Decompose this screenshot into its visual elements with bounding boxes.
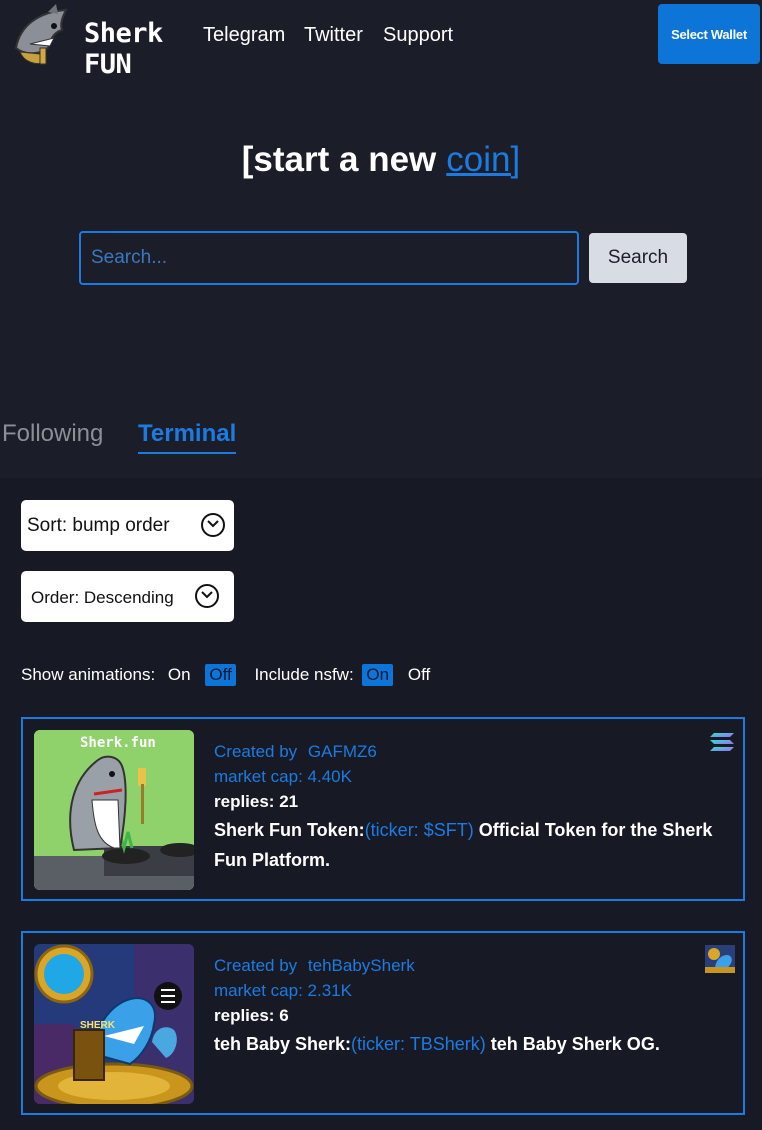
nav-support-link[interactable]: Support	[383, 24, 453, 47]
nav-twitter-link[interactable]: Twitter	[304, 24, 363, 47]
hero-heading: [start a new coin]	[0, 140, 762, 180]
coin-meta: Created by tehBabySherk market cap: 2.31…	[214, 953, 714, 1059]
creator-link[interactable]: GAFMZ6	[308, 742, 377, 761]
nsfw-on-option[interactable]: On	[362, 664, 394, 686]
animations-off-option[interactable]: Off	[205, 664, 236, 686]
animations-label: Show animations:	[21, 665, 156, 684]
sort-select[interactable]: Sort: bump order	[21, 500, 234, 551]
display-toggles: Show animations: On Off Include nsfw: On…	[21, 664, 434, 686]
coin-thumbnail[interactable]: SHERK	[34, 944, 194, 1104]
select-wallet-button[interactable]: Select Wallet	[658, 4, 760, 64]
coin-summary: teh Baby Sherk OG.	[490, 1034, 660, 1054]
hero-prefix: [start a new	[241, 140, 437, 179]
start-new-coin-link[interactable]: coin]	[446, 140, 520, 179]
coin-ticker: (ticker: $SFT)	[364, 820, 474, 840]
market-cap: market cap: 4.40K	[214, 767, 352, 786]
top-bar: Sherk FUN Telegram Twitter Support Selec…	[0, 0, 762, 80]
chevron-down-icon	[201, 513, 225, 537]
order-select-label: Order: Descending	[31, 588, 174, 607]
site-logo[interactable]: Sherk FUN	[10, 4, 190, 80]
nav-telegram-link[interactable]: Telegram	[203, 24, 285, 47]
coin-description: teh Baby Sherk:(ticker: TBSherk) teh Bab…	[214, 1029, 714, 1059]
coin-card[interactable]: Sherk.fun Created by GAFMZ6 market cap: …	[21, 717, 745, 901]
search-input[interactable]	[79, 231, 579, 285]
coin-name: Sherk Fun Token:	[214, 820, 365, 840]
nsfw-label: Include nsfw:	[254, 665, 354, 684]
coin-card[interactable]: SHERK Created by tehBabySherk market cap…	[21, 931, 745, 1115]
solana-icon	[709, 731, 735, 758]
coin-thumbnail[interactable]: Sherk.fun	[34, 730, 194, 890]
sort-select-label: Sort: bump order	[27, 515, 170, 536]
animations-on-option[interactable]: On	[164, 664, 195, 686]
order-select[interactable]: Order: Descending	[21, 571, 234, 622]
token-thumbnail-icon	[705, 945, 735, 978]
coin-description: Sherk Fun Token:(ticker: $SFT) Official …	[214, 815, 714, 875]
thumbnail-caption: SHERK	[80, 1020, 116, 1031]
logo-text: Sherk FUN	[84, 18, 163, 80]
tab-following[interactable]: Following	[2, 420, 103, 448]
search-button[interactable]: Search	[589, 233, 687, 283]
coin-name: teh Baby Sherk:	[214, 1034, 352, 1054]
coin-ticker: (ticker: TBSherk)	[351, 1034, 486, 1054]
replies-count: replies: 6	[214, 1006, 289, 1025]
nsfw-off-option[interactable]: Off	[404, 664, 434, 686]
created-by-label: Created by	[214, 742, 298, 761]
sherk-chef-image-icon	[34, 730, 194, 890]
coin-meta: Created by GAFMZ6 market cap: 4.40K repl…	[214, 739, 714, 875]
replies-count: replies: 21	[214, 792, 299, 811]
creator-link[interactable]: tehBabySherk	[308, 956, 415, 975]
shark-logo-icon	[14, 4, 68, 65]
created-by-label: Created by	[214, 956, 298, 975]
chevron-down-icon	[195, 584, 219, 608]
market-cap: market cap: 2.31K	[214, 981, 352, 1000]
thumbnail-caption: Sherk.fun	[80, 735, 156, 751]
tab-terminal[interactable]: Terminal	[138, 420, 237, 454]
